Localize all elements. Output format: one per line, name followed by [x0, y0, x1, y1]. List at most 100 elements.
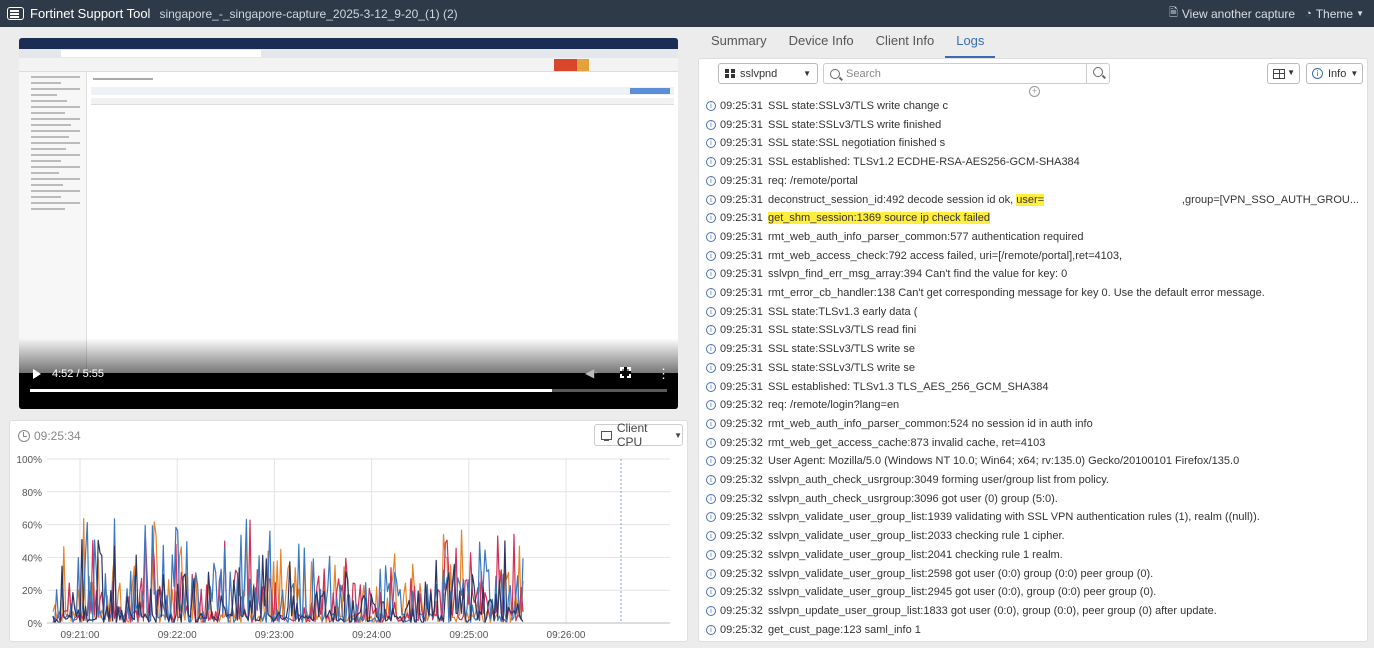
chevron-down-icon: ▼ — [1356, 9, 1364, 18]
log-level-selector[interactable]: i Info ▼ — [1306, 63, 1363, 84]
log-row[interactable]: i 09:25:32 sslvpn_auth_check_usrgroup:3049… — [699, 472, 1367, 490]
info-icon: i — [706, 157, 716, 168]
info-icon: i — [706, 231, 716, 242]
info-icon: i — [706, 306, 716, 317]
log-row[interactable]: i 09:25:31 rmt_web_access_check:792 access… — [699, 248, 1367, 266]
tab-logs[interactable]: Logs — [945, 28, 996, 58]
log-message: SSL state:SSLv3/TLS write finished — [768, 118, 942, 131]
log-row[interactable]: i 09:25:31 deconstruct_session_id:492 deco… — [699, 192, 1367, 210]
chevron-down-icon: ▼ — [1287, 68, 1295, 77]
play-icon[interactable] — [33, 369, 41, 379]
log-row[interactable]: i 09:25:31 rmt_web_auth_info_parser_common… — [699, 229, 1367, 247]
info-icon: i — [706, 213, 716, 224]
tab-device-info[interactable]: Device Info — [778, 28, 865, 58]
log-row[interactable]: i 09:25:32 get_cust_page:123 saml_info 1 — [699, 622, 1367, 640]
info-icon: i — [706, 493, 716, 504]
log-row[interactable]: i 09:25:32 User Agent: Mozilla/5.0 (Window… — [699, 453, 1367, 471]
log-row[interactable]: i 09:25:32 sslvpn_auth_check_usrgroup:3096… — [699, 491, 1367, 509]
add-filter-button[interactable]: + — [1029, 86, 1040, 97]
video-time: 4:52 / 5:55 — [52, 368, 104, 380]
info-icon: i — [706, 101, 716, 111]
log-row[interactable]: i 09:25:31 SSL established: TLSv1.2 ECDHE-… — [699, 154, 1367, 172]
log-message: sslvpn_validate_user_group_list:2041 che… — [768, 548, 1063, 561]
log-timestamp: 09:25:31 — [720, 137, 763, 150]
view-another-capture-button[interactable]: 🗎 View another capture — [1169, 4, 1295, 23]
info-icon: i — [706, 344, 716, 355]
log-timestamp: 09:25:31 — [720, 305, 763, 318]
log-message: SSL state:SSL negotiation finished s — [768, 137, 946, 150]
y-tick-label: 0% — [28, 619, 43, 630]
log-row[interactable]: i 09:25:32 sslvpn_validate_user_group_list… — [699, 584, 1367, 602]
log-message: sslvpn_auth_check_usrgroup:3049 forming … — [768, 474, 1109, 486]
log-highlight: user= — [1016, 193, 1045, 206]
table-icon — [1273, 69, 1285, 79]
video-player[interactable]: 4:52 / 5:55 ◀ᐧ ⋮ — [19, 38, 678, 409]
log-overlay — [973, 322, 1133, 341]
log-timestamp: 09:25:31 — [720, 118, 763, 131]
log-timestamp: 09:25:31 — [720, 324, 763, 337]
search-button[interactable] — [1086, 64, 1110, 83]
x-tick-label: 09:23:00 — [255, 630, 294, 641]
log-message: SSL state:SSLv3/TLS write change c — [768, 100, 948, 112]
log-timestamp: 09:25:32 — [720, 530, 763, 543]
x-tick-label: 09:26:00 — [547, 630, 586, 641]
log-timestamp: 09:25:32 — [720, 623, 763, 636]
chevron-down-icon: ▼ — [674, 430, 682, 440]
log-message: rmt_web_auth_info_parser_common:524 no s… — [768, 417, 1093, 430]
info-icon: i — [706, 456, 716, 467]
process-selector-value: sslvpnd — [740, 67, 778, 80]
process-selector[interactable]: sslvpnd ▼ — [718, 63, 818, 84]
log-timestamp: 09:25:31 — [720, 100, 763, 112]
log-search — [823, 63, 1110, 84]
search-input[interactable] — [846, 67, 1076, 80]
y-tick-label: 100% — [16, 455, 42, 466]
log-row[interactable]: i 09:25:32 sslvpn_update_user_group_list:1… — [699, 603, 1367, 621]
info-icon: i — [706, 437, 716, 448]
log-timestamp: 09:25:32 — [720, 399, 763, 412]
log-row[interactable]: i 09:25:32 req: /remote/login?lang=en — [699, 397, 1367, 415]
columns-button[interactable]: ▼ — [1267, 63, 1300, 84]
video-progress-bar[interactable] — [30, 389, 667, 392]
logs-panel: sslvpnd ▼ ▼ i Info ▼ + i 09:25:31 SSL stat… — [698, 58, 1368, 642]
log-row[interactable]: i 09:25:31 req: /remote/portal — [699, 173, 1367, 191]
fullscreen-icon[interactable] — [620, 367, 631, 378]
log-message: SSL established: TLSv1.3 TLS_AES_256_GCM… — [768, 380, 1049, 393]
palette-icon: ◔ — [1305, 7, 1312, 20]
more-options-icon[interactable]: ⋮ — [657, 366, 670, 382]
app-title: Fortinet Support Tool — [30, 6, 151, 21]
x-tick-label: 09:22:00 — [158, 630, 197, 641]
log-overlay — [1098, 98, 1198, 116]
info-icon: i — [706, 549, 716, 560]
log-message: SSL state:SSLv3/TLS write se — [768, 343, 915, 356]
log-row[interactable]: i 09:25:31 get_shm_session:1369 source ip … — [699, 210, 1367, 228]
log-row[interactable]: i 09:25:31 sslvpn_find_err_msg_array:394 C… — [699, 266, 1367, 284]
process-icon — [725, 69, 735, 78]
log-row[interactable]: i 09:25:31 SSL established: TLSv1.3 TLS_AE… — [699, 379, 1367, 397]
log-row[interactable]: i 09:25:32 sslvpn_validate_user_group_list… — [699, 528, 1367, 546]
log-message: SSL state:TLSv1.3 early data ( — [768, 305, 918, 318]
theme-label: Theme — [1315, 6, 1354, 21]
log-row[interactable]: i 09:25:32 sslvpn_validate_user_group_list… — [699, 547, 1367, 565]
log-message: req: /remote/portal — [768, 174, 858, 187]
log-timestamp: 09:25:32 — [720, 567, 763, 580]
log-row[interactable]: i 09:25:31 SSL state:SSLv3/TLS write finis… — [699, 117, 1367, 135]
log-row[interactable]: i 09:25:32 rmt_web_get_access_cache:873 in… — [699, 435, 1367, 453]
log-row[interactable]: i 09:25:32 rmt_web_auth_info_parser_common… — [699, 416, 1367, 434]
metric-selector[interactable]: Client CPU ▼ — [594, 421, 683, 449]
theme-menu-button[interactable]: ◔ Theme ▼ — [1305, 7, 1364, 21]
log-timestamp: 09:25:31 — [720, 268, 763, 281]
log-message: sslvpn_auth_check_usrgroup:3096 got user… — [768, 492, 1058, 505]
info-icon: i — [706, 288, 716, 298]
log-row[interactable]: i 09:25:31 rmt_error_cb_handler:138 Can't … — [699, 285, 1367, 303]
log-row[interactable]: i 09:25:32 sslvpn_validate_user_group_list… — [699, 509, 1367, 527]
log-row[interactable]: i 09:25:32 sslvpn_validate_user_group_list… — [699, 566, 1367, 584]
mute-icon[interactable]: ◀ᐧ — [585, 366, 597, 380]
document-icon: 🗎 — [1169, 7, 1178, 19]
tab-client-info[interactable]: Client Info — [865, 28, 946, 58]
detail-tabs: Summary Device Info Client Info Logs — [700, 28, 996, 58]
info-icon: i — [706, 119, 716, 130]
log-row[interactable]: i 09:25:31 SSL state:SSLv3/TLS write chang… — [699, 98, 1367, 116]
log-overlay — [973, 303, 1133, 322]
tab-summary[interactable]: Summary — [700, 28, 778, 58]
info-icon: i — [706, 418, 716, 429]
